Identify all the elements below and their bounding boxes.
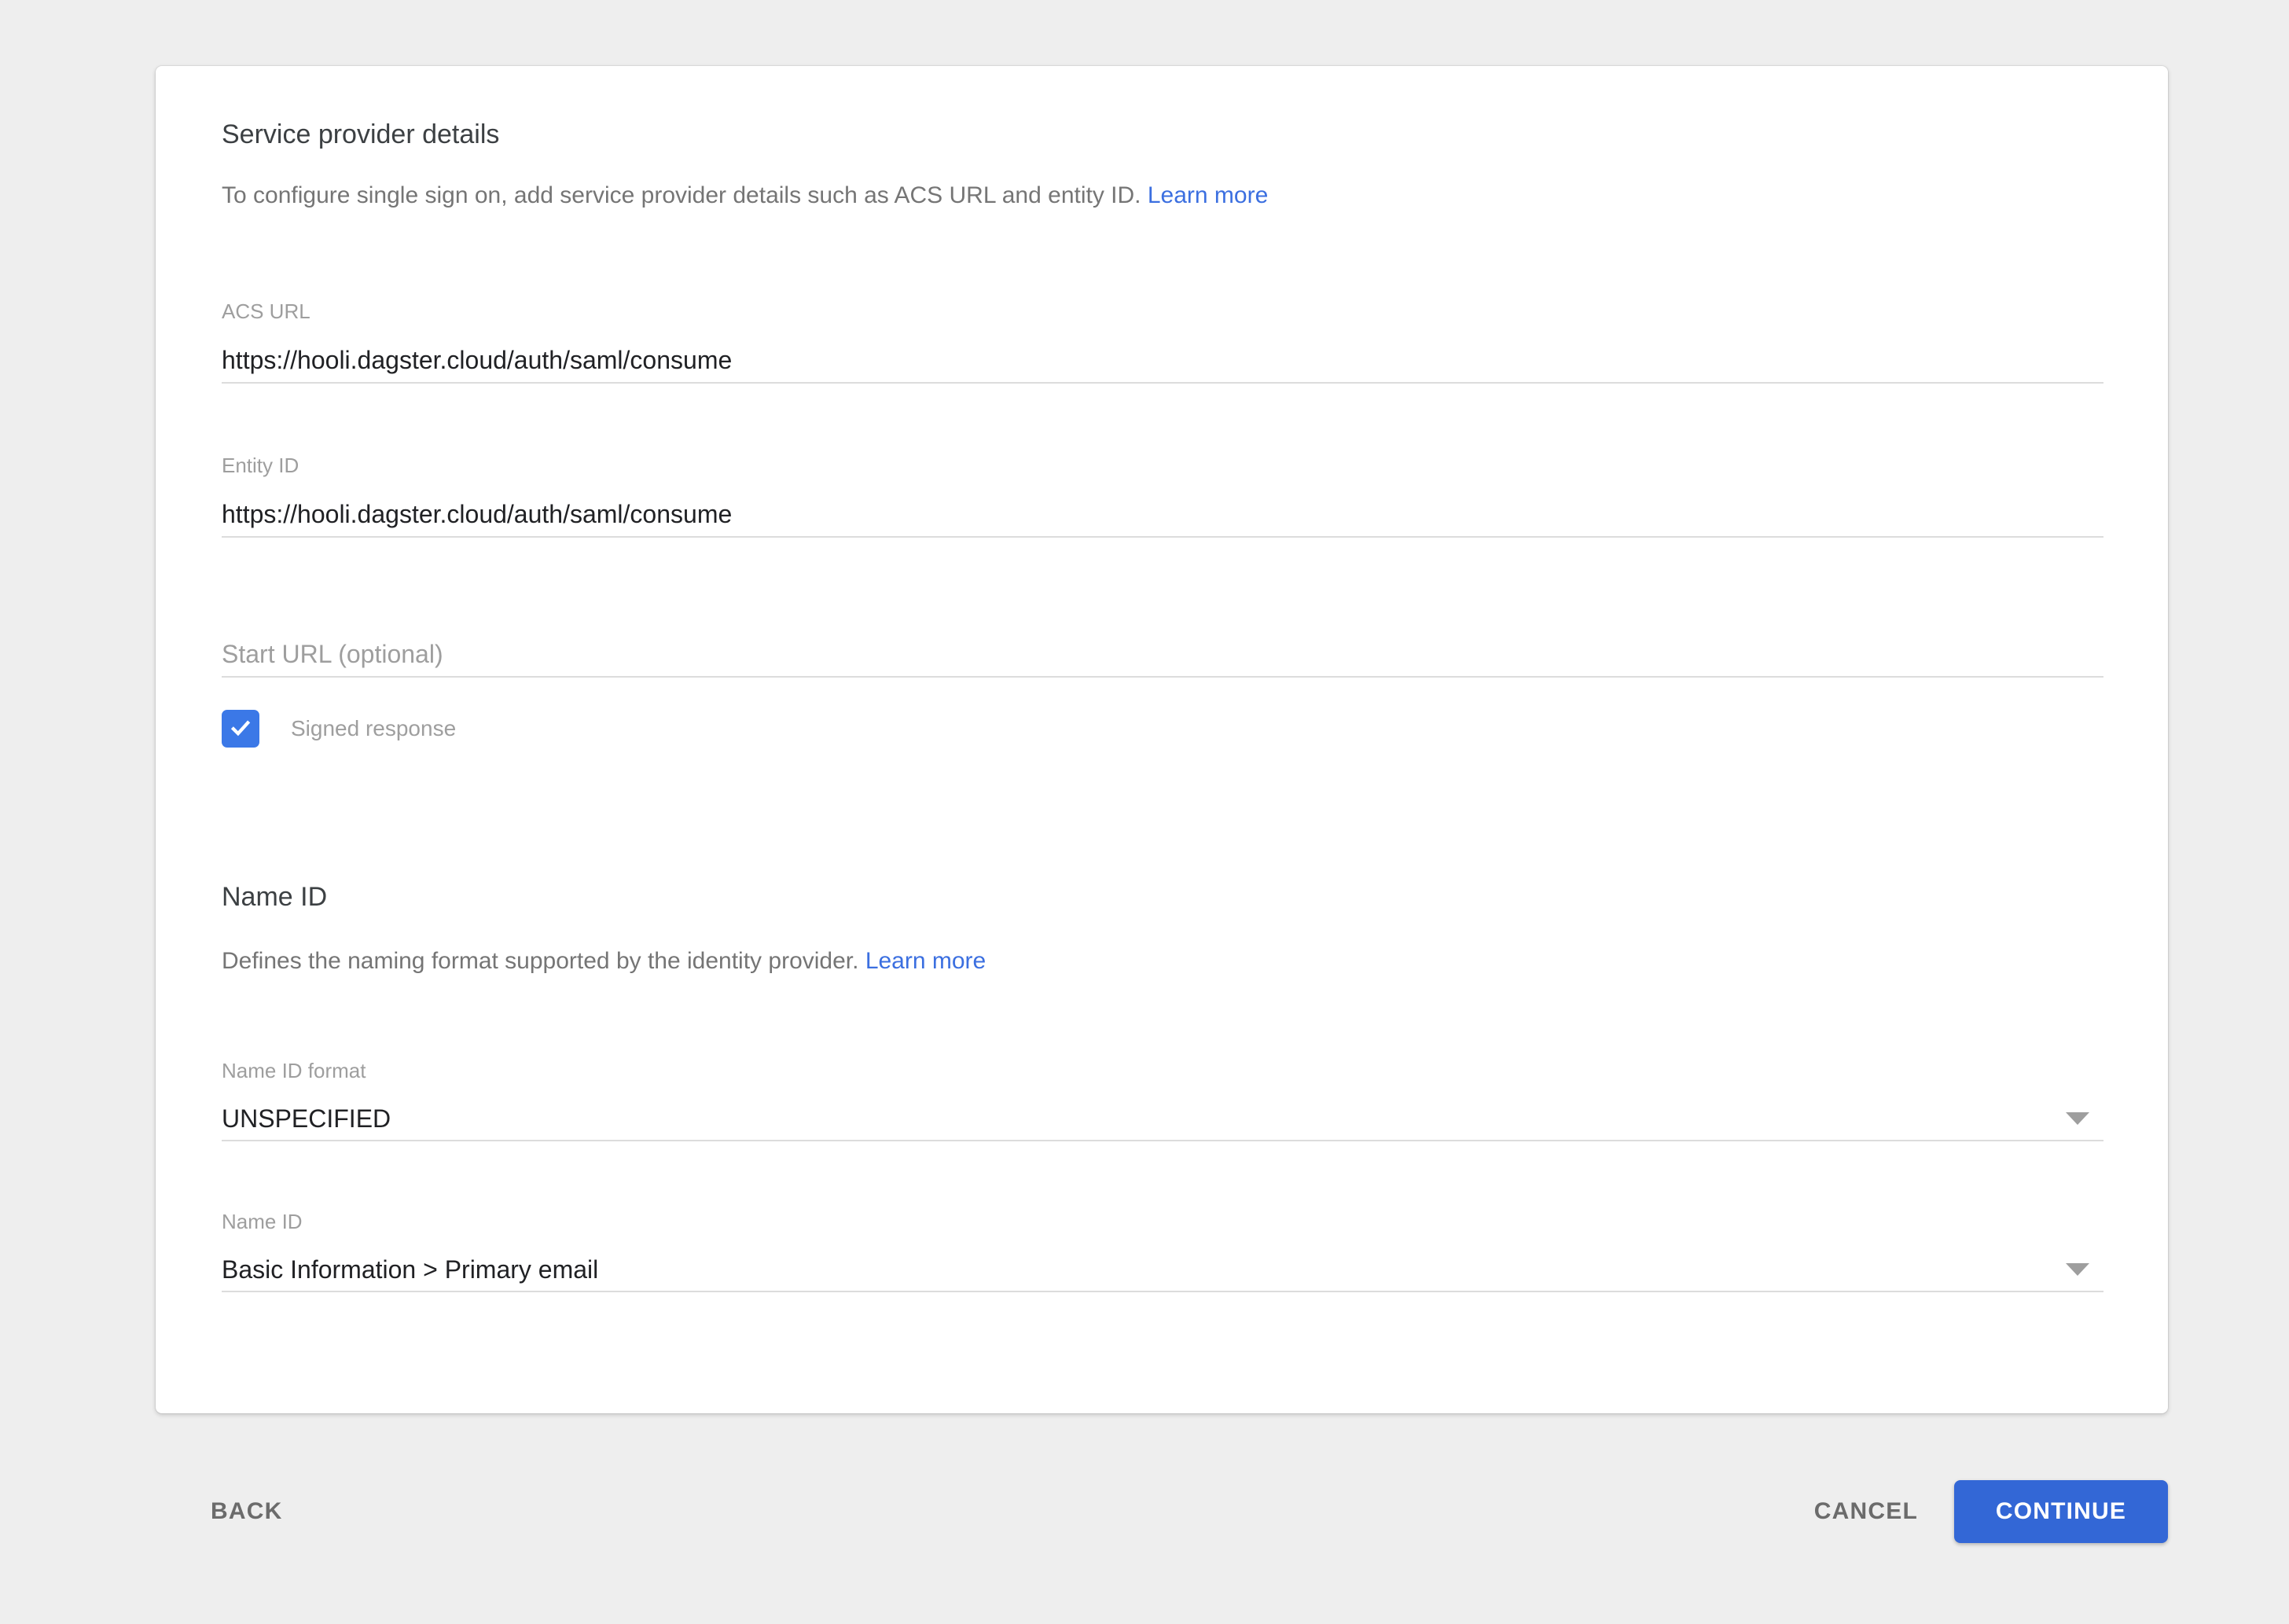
name-id-select[interactable]: Basic Information > Primary email [222, 1256, 2103, 1292]
name-id-description-text: Defines the naming format supported by t… [222, 948, 858, 974]
acs-url-input[interactable] [222, 347, 2103, 384]
entity-id-input[interactable] [222, 502, 2103, 538]
checkmark-icon [227, 714, 254, 744]
cancel-button[interactable]: CANCEL [1814, 1498, 1918, 1525]
learn-more-link-name-id[interactable]: Learn more [865, 948, 986, 974]
name-id-value: Basic Information > Primary email [222, 1255, 598, 1284]
name-id-format-label: Name ID format [222, 1058, 2103, 1083]
chevron-down-icon [2066, 1112, 2089, 1125]
name-id-format-value: UNSPECIFIED [222, 1104, 391, 1133]
service-provider-description: To configure single sign on, add service… [222, 179, 2103, 212]
section-title-service-provider: Service provider details [222, 116, 2103, 152]
acs-url-label: ACS URL [222, 299, 2103, 324]
learn-more-link-service-provider[interactable]: Learn more [1148, 182, 1268, 208]
entity-id-label: Entity ID [222, 453, 2103, 478]
signed-response-checkbox[interactable] [222, 710, 259, 748]
chevron-down-icon [2066, 1263, 2089, 1276]
name-id-description: Defines the naming format supported by t… [222, 945, 2103, 978]
footer-action-bar: BACK CANCEL CONTINUE [156, 1480, 2168, 1543]
service-provider-description-text: To configure single sign on, add service… [222, 182, 1141, 208]
signed-response-row: Signed response [222, 709, 2103, 748]
service-provider-details-card: Service provider details To configure si… [156, 66, 2168, 1413]
name-id-label: Name ID [222, 1209, 2103, 1234]
section-title-name-id: Name ID [222, 879, 2103, 915]
continue-button[interactable]: CONTINUE [1954, 1480, 2168, 1543]
name-id-format-select[interactable]: UNSPECIFIED [222, 1105, 2103, 1141]
signed-response-label: Signed response [291, 716, 456, 741]
start-url-input[interactable] [222, 641, 2103, 678]
back-button[interactable]: BACK [211, 1498, 282, 1525]
